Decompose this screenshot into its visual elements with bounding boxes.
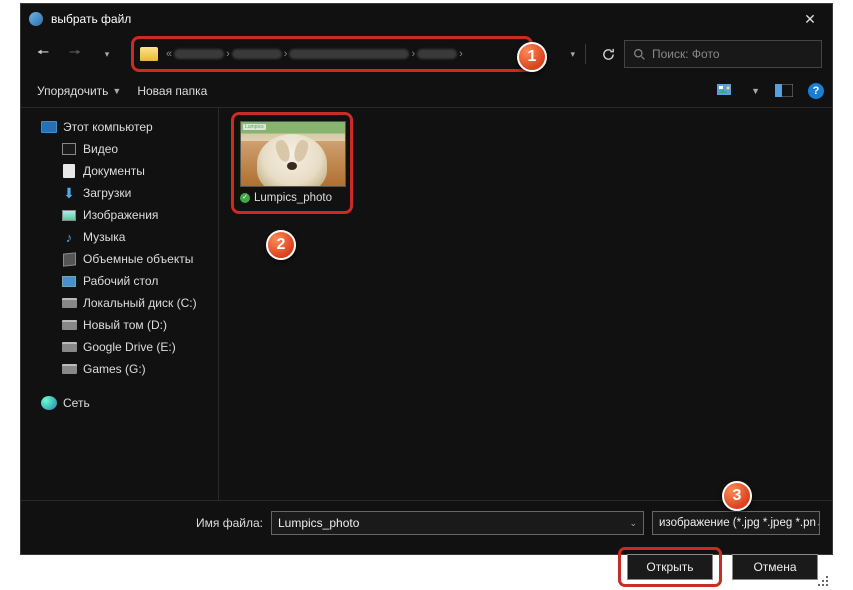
nav-bar: 🠔 🠖 ▾ « › › › › ▾ [21, 34, 832, 74]
file-list[interactable]: Lumpics Lumpics_photo [219, 108, 832, 500]
new-folder-button[interactable]: Новая папка [129, 80, 215, 102]
filename-label: Имя файла: [33, 516, 263, 530]
preview-pane-button[interactable] [774, 83, 794, 99]
close-button[interactable]: ✕ [788, 4, 832, 34]
tree-drive-d[interactable]: Новый том (D:) [61, 314, 218, 336]
search-input[interactable]: Поиск: Фото [624, 40, 822, 68]
tree-drive-c[interactable]: Локальный диск (C:) [61, 292, 218, 314]
app-icon [29, 12, 43, 26]
tree-drive-e[interactable]: Google Drive (E:) [61, 336, 218, 358]
folder-icon [140, 47, 158, 61]
tree-pictures[interactable]: Изображения [61, 204, 218, 226]
address-dropdown[interactable]: ▾ [570, 49, 575, 60]
tree-drive-g[interactable]: Games (G:) [61, 358, 218, 380]
refresh-button[interactable] [596, 42, 620, 66]
toolbar: Упорядочить ▼ Новая папка ▼ ? [21, 74, 832, 108]
tree-videos[interactable]: Видео [61, 138, 218, 160]
callout-2: 2 [266, 230, 296, 260]
forward-button[interactable]: 🠖 [63, 42, 87, 66]
tree-network[interactable]: Сеть [41, 392, 218, 414]
callout-3: 3 [722, 481, 752, 511]
filename-input[interactable]: Lumpics_photo⌄ [271, 511, 644, 535]
tree-3d-objects[interactable]: Объемные объекты [61, 248, 218, 270]
window-title: выбрать файл [51, 12, 131, 26]
file-type-filter[interactable]: изображение (*.jpg *.jpeg *.pn⌄ [652, 511, 820, 535]
tree-this-pc[interactable]: Этот компьютер [41, 116, 218, 138]
address-bar[interactable]: « › › › › [131, 36, 533, 72]
dialog-footer: Имя файла: Lumpics_photo⌄ изображение (*… [21, 500, 832, 590]
back-button[interactable]: 🠔 [31, 42, 55, 66]
file-thumbnail: Lumpics [240, 121, 346, 187]
help-button[interactable]: ? [808, 83, 824, 99]
callout-1: 1 [517, 42, 547, 72]
resize-grip[interactable] [816, 574, 828, 586]
cancel-button[interactable]: Отмена [732, 554, 818, 580]
view-mode-button[interactable] [717, 83, 737, 99]
tree-documents[interactable]: Документы [61, 160, 218, 182]
file-item[interactable]: Lumpics Lumpics_photo [231, 112, 353, 214]
view-dropdown[interactable]: ▼ [751, 86, 760, 96]
tree-desktop[interactable]: Рабочий стол [61, 270, 218, 292]
file-open-dialog: выбрать файл ✕ 🠔 🠖 ▾ « › › › › ▾ [20, 3, 833, 555]
title-bar: выбрать файл ✕ [21, 4, 832, 34]
organize-menu[interactable]: Упорядочить ▼ [29, 80, 129, 102]
navigation-tree: Этот компьютер Видео Документы ⬇Загрузки… [21, 108, 218, 500]
recent-dropdown[interactable]: ▾ [95, 42, 119, 66]
tree-downloads[interactable]: ⬇Загрузки [61, 182, 218, 204]
sync-status-icon [240, 193, 250, 203]
search-placeholder: Поиск: Фото [652, 47, 720, 61]
tree-music[interactable]: ♪Музыка [61, 226, 218, 248]
open-button[interactable]: Открыть [627, 554, 713, 580]
file-name: Lumpics_photo [254, 191, 332, 205]
